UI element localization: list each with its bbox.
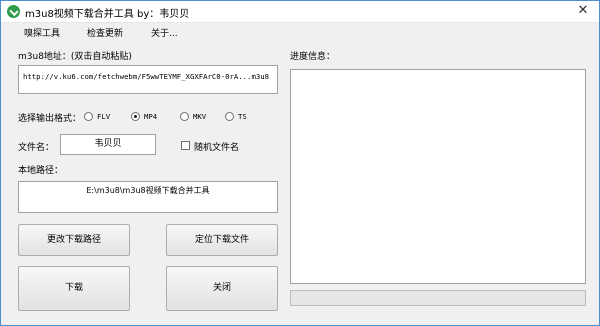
menu-item-check-update[interactable]: 检查更新 (87, 26, 123, 39)
output-format-label: 选择输出格式： (18, 114, 82, 124)
random-filename-label: 随机文件名 (194, 143, 240, 153)
app-window: m3u8视频下载合并工具 by：韦贝贝 ✕ 嗅探工具 检查更新 关于... m3… (0, 0, 600, 326)
close-window-button[interactable]: ✕ (575, 3, 591, 19)
download-button[interactable]: 下载 (18, 266, 130, 311)
menu-item-sniff-tool[interactable]: 嗅探工具 (24, 26, 60, 39)
local-path-input[interactable]: E:\m3u8\m3u8视频下载合并工具 (18, 181, 278, 213)
format-option-mp4-label: MP4 (144, 112, 158, 121)
title-bar: m3u8视频下载合并工具 by：韦贝贝 ✕ (1, 1, 599, 23)
download-progress-bar (290, 290, 586, 306)
m3u8-address-input[interactable]: http://v.ku6.com/fetchwebm/F5wwTEYMF_XGX… (18, 65, 278, 94)
format-option-ts-label: TS (238, 112, 247, 121)
menu-bar: 嗅探工具 检查更新 关于... (1, 23, 599, 40)
local-path-value: E:\m3u8\m3u8视频下载合并工具 (86, 186, 210, 195)
file-name-value: 韦贝贝 (94, 139, 122, 149)
progress-info-label: 进度信息： (290, 52, 336, 62)
change-download-path-button[interactable]: 更改下载路径 (18, 224, 130, 256)
format-option-mkv-label: MKV (193, 112, 207, 121)
progress-info-box[interactable] (290, 69, 586, 284)
window-title: m3u8视频下载合并工具 by：韦贝贝 (25, 9, 190, 20)
file-name-input[interactable]: 韦贝贝 (60, 134, 156, 155)
m3u8-address-value: http://v.ku6.com/fetchwebm/F5wwTEYMF_XGX… (23, 72, 270, 81)
format-radio-mp4[interactable] (131, 112, 140, 121)
m3u8-address-label: m3u8地址：(双击自动粘贴) (18, 52, 132, 62)
app-logo-icon (7, 5, 20, 18)
menu-item-about[interactable]: 关于... (151, 26, 178, 39)
close-button[interactable]: 关闭 (166, 266, 278, 311)
format-radio-mkv[interactable] (180, 112, 189, 121)
file-name-label: 文件名： (18, 143, 55, 153)
local-path-label: 本地路径： (18, 166, 64, 176)
format-option-flv-label: FLV (97, 112, 111, 121)
format-radio-flv[interactable] (84, 112, 93, 121)
random-filename-checkbox[interactable] (181, 141, 190, 150)
format-radio-ts[interactable] (225, 112, 234, 121)
locate-download-file-button[interactable]: 定位下载文件 (166, 224, 278, 256)
